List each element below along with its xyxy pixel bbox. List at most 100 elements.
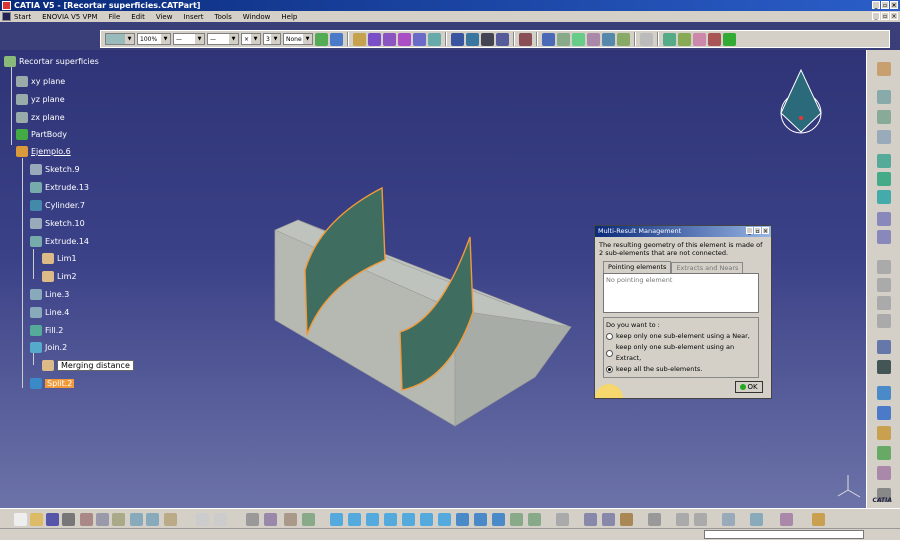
check-icon[interactable] [602,513,615,526]
option-keep-extract[interactable]: keep only one sub-element using an Extra… [606,342,756,364]
render-icon[interactable] [528,513,541,526]
zoom-out-icon[interactable] [420,513,433,526]
groove-icon[interactable] [413,32,426,46]
redo-icon[interactable] [146,513,159,526]
radio-button[interactable] [606,349,613,357]
close-button[interactable]: × [890,1,898,9]
spline-icon[interactable] [877,230,891,244]
tree-item-fill-2[interactable]: Fill.2 [30,324,63,337]
tree-item-yz-plane[interactable]: yz plane [16,93,65,106]
hide-show-icon[interactable] [492,513,505,526]
point-icon[interactable] [877,90,891,104]
pointing-elements-list[interactable]: No pointing element [603,273,759,313]
properties-icon[interactable] [330,32,343,46]
extrude-icon[interactable] [877,154,891,168]
paste-icon[interactable] [112,513,125,526]
menu-view[interactable]: View [156,13,173,21]
annotation-icon[interactable] [640,32,653,46]
compass-icon[interactable] [780,68,822,134]
extrapolate-icon[interactable] [708,32,721,46]
reactive-icon[interactable] [302,513,315,526]
pad-icon[interactable] [368,32,381,46]
properties-icon[interactable] [694,513,707,526]
fit-all-icon[interactable] [348,513,361,526]
sketch-icon[interactable] [353,32,366,46]
tree-item-split-2[interactable]: Split.2 [30,377,75,390]
shading-icon[interactable] [474,513,487,526]
rotate-view-icon[interactable] [384,513,397,526]
scaling-icon[interactable] [877,446,891,460]
tree-item-sketch-10[interactable]: Sketch.10 [30,217,85,230]
color-combo[interactable] [105,33,135,45]
copy-icon[interactable] [96,513,109,526]
tree-item-merging-distance[interactable]: Merging distance [42,359,134,372]
tree-item-partbody[interactable]: PartBody [16,128,67,141]
tree-item-line-3[interactable]: Line.3 [30,288,69,301]
view-icon[interactable] [750,513,763,526]
fill-icon[interactable] [877,296,891,310]
menu-enovia[interactable]: ENOVIA V5 VPM [42,13,97,21]
radio-button[interactable] [606,333,613,340]
shaft-icon[interactable] [398,32,411,46]
menu-edit[interactable]: Edit [131,13,145,21]
tree-item-extrude-14[interactable]: Extrude.14 [30,235,89,248]
painter-icon[interactable] [315,32,328,46]
material-icon[interactable] [620,513,633,526]
apply-material-icon[interactable] [617,32,630,46]
line-thickness-combo[interactable]: — [173,33,205,45]
tab-extracts-and-nears[interactable]: Extracts and Nears [671,262,744,273]
tree-item-sketch-9[interactable]: Sketch.9 [30,163,80,176]
tree-root-label[interactable]: Recortar superficies [19,57,99,66]
ok-button[interactable]: OK [735,381,763,393]
rotate-icon[interactable] [877,406,891,420]
tree-item-lim2[interactable]: Lim2 [42,270,77,283]
revolve-icon[interactable] [877,172,891,186]
loft-icon[interactable] [678,32,691,46]
tab-pointing-elements[interactable]: Pointing elements [603,261,672,273]
fillet-icon[interactable] [451,32,464,46]
doc-close-button[interactable]: × [890,12,898,20]
shell-icon[interactable] [481,32,494,46]
line-icon[interactable] [877,110,891,124]
knowledge-icon[interactable] [214,513,227,526]
boolean-icon[interactable] [519,32,532,46]
command-input[interactable] [704,530,864,539]
doc-restore-button[interactable]: ▫ [881,12,889,20]
light-icon[interactable] [780,513,793,526]
sweep-icon[interactable] [877,278,891,292]
analysis-icon[interactable] [556,513,569,526]
split-icon[interactable] [877,360,891,374]
law-icon[interactable] [877,466,891,480]
open-icon[interactable] [30,513,43,526]
line-type-combo[interactable]: — [207,33,239,45]
document-icon[interactable] [2,12,11,21]
tree-item-ejemplo[interactable]: Ejemplo.6 [16,145,71,158]
menu-file[interactable]: File [109,13,121,21]
analysis-icon[interactable] [557,32,570,46]
draft-analysis-icon[interactable] [587,32,600,46]
layer-combo[interactable]: None [283,33,313,45]
catia-app-icon[interactable] [2,1,11,10]
pocket-icon[interactable] [383,32,396,46]
split-icon[interactable] [723,32,736,46]
menu-help[interactable]: Help [281,13,297,21]
option-keep-near[interactable]: keep only one sub-element using a Near, [606,331,756,342]
dialog-maximize-button[interactable]: ▫ [754,227,761,235]
menu-start[interactable]: Start [14,13,31,21]
design-table-icon[interactable] [246,513,259,526]
tree-item-lim1[interactable]: Lim1 [42,252,77,265]
option-keep-all[interactable]: keep all the sub-elements. [606,364,756,375]
whats-this-icon[interactable] [164,513,177,526]
menu-window[interactable]: Window [243,13,271,21]
print-icon[interactable] [62,513,75,526]
minimize-button[interactable]: _ [872,1,880,9]
constraint-icon[interactable] [602,32,615,46]
menu-tools[interactable]: Tools [215,13,232,21]
tree-item-line-4[interactable]: Line.4 [30,306,69,319]
transparency-combo[interactable]: 100% [137,33,171,45]
sphere-icon[interactable] [877,190,891,204]
tree-item-xy-plane[interactable]: xy plane [16,75,65,88]
catalog-icon[interactable] [284,513,297,526]
axis-icon[interactable] [722,513,735,526]
point-type-combo[interactable]: × [241,33,261,45]
